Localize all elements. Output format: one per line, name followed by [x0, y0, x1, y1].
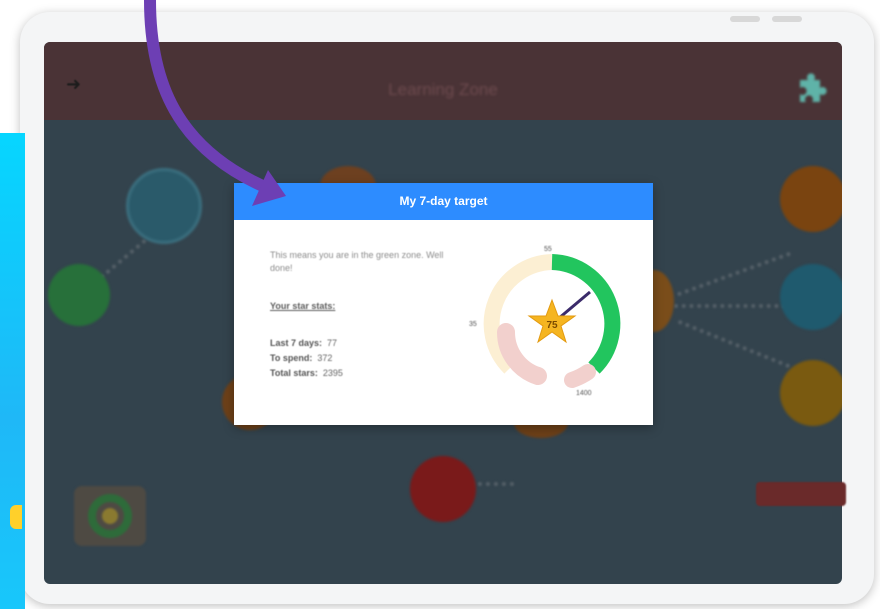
pointing-arrow — [144, 0, 286, 206]
